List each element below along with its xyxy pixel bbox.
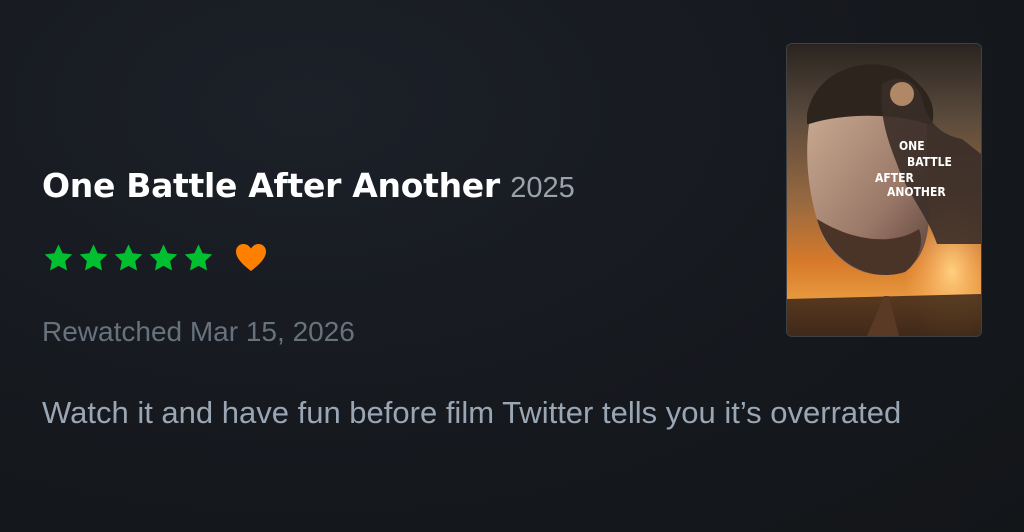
poster-title-line: ONE (899, 139, 925, 153)
poster-title-line: BATTLE (907, 155, 952, 169)
poster-title-line: AFTER (875, 171, 914, 185)
heart-icon (235, 243, 267, 273)
poster-title-line: ANOTHER (887, 185, 946, 199)
film-title[interactable]: One Battle After Another (42, 166, 500, 205)
star-icon (112, 242, 145, 274)
rewatch-date: Rewatched Mar 15, 2026 (42, 316, 355, 347)
star-icon (77, 242, 110, 274)
star-icon (42, 242, 75, 274)
rating-row (42, 238, 267, 278)
star-icon (182, 242, 215, 274)
film-poster[interactable]: ONE BATTLE AFTER ANOTHER (787, 44, 981, 336)
star-rating (42, 242, 215, 274)
film-heading: One Battle After Another 2025 (42, 166, 575, 205)
star-icon (147, 242, 180, 274)
review-card: One Battle After Another 2025 Rewatched … (0, 0, 1024, 532)
review-text: Watch it and have fun before film Twitte… (42, 395, 902, 430)
film-year[interactable]: 2025 (510, 172, 575, 204)
